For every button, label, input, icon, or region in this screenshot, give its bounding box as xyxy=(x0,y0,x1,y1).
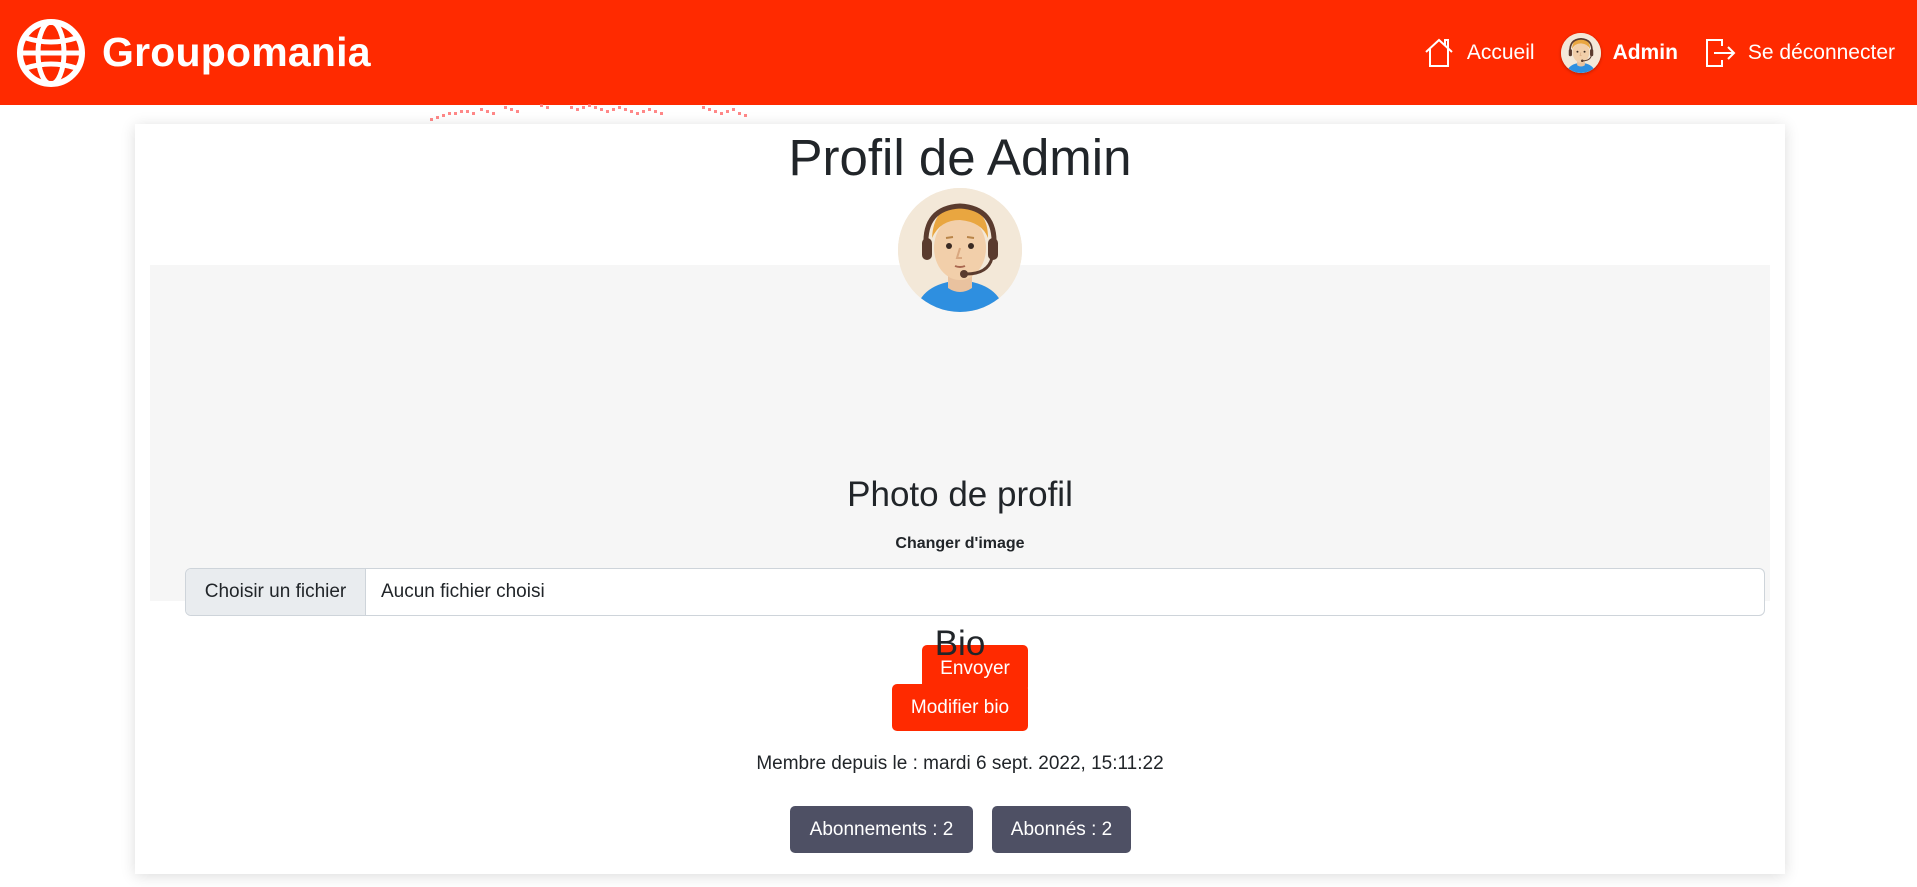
profile-avatar xyxy=(898,188,1022,312)
profile-card: Profil de Admin Photo de profil Changer … xyxy=(135,124,1785,874)
nav-home-label: Accueil xyxy=(1466,40,1535,64)
avatar xyxy=(1560,32,1601,73)
page-title: Profil de Admin xyxy=(788,129,1132,186)
nav-logout-link[interactable]: Se déconnecter xyxy=(1704,37,1895,69)
member-since-text: Membre depuis le : mardi 6 sept. 2022, 1… xyxy=(756,753,1164,774)
edit-bio-button[interactable]: Modifier bio xyxy=(892,684,1028,731)
change-image-label: Changer d'image xyxy=(895,535,1025,552)
nav-home-link[interactable]: Accueil xyxy=(1423,37,1535,69)
choose-file-button[interactable]: Choisir un fichier xyxy=(186,569,366,615)
followers-button[interactable]: Abonnés : 2 xyxy=(992,806,1131,853)
nav-user-label: Admin xyxy=(1612,40,1678,64)
brand[interactable]: Groupomania xyxy=(16,18,371,88)
nav-logout-label: Se déconnecter xyxy=(1747,40,1895,64)
file-status-text: Aucun fichier choisi xyxy=(381,581,545,602)
globe-logo-icon xyxy=(17,18,85,87)
subscriptions-button[interactable]: Abonnements : 2 xyxy=(790,806,973,853)
home-icon xyxy=(1425,38,1453,67)
user-avatar-icon xyxy=(898,188,1022,312)
bio-section-title: Bio xyxy=(934,624,986,663)
profile-photo-section: Photo de profil Changer d'image Choisir … xyxy=(150,265,1770,692)
logout-icon xyxy=(1705,38,1736,67)
nav-links: Accueil Admin Se déconnecter xyxy=(1423,0,1895,105)
brand-name: Groupomania xyxy=(102,29,371,75)
nav-user-link[interactable]: Admin xyxy=(1560,32,1678,73)
file-input[interactable]: Choisir un fichier Aucun fichier choisi xyxy=(185,568,1765,616)
top-navbar: Groupomania Accueil Admin Se déconnecter xyxy=(0,0,1917,105)
photo-section-title: Photo de profil xyxy=(847,475,1073,514)
user-avatar-icon xyxy=(1560,32,1601,73)
